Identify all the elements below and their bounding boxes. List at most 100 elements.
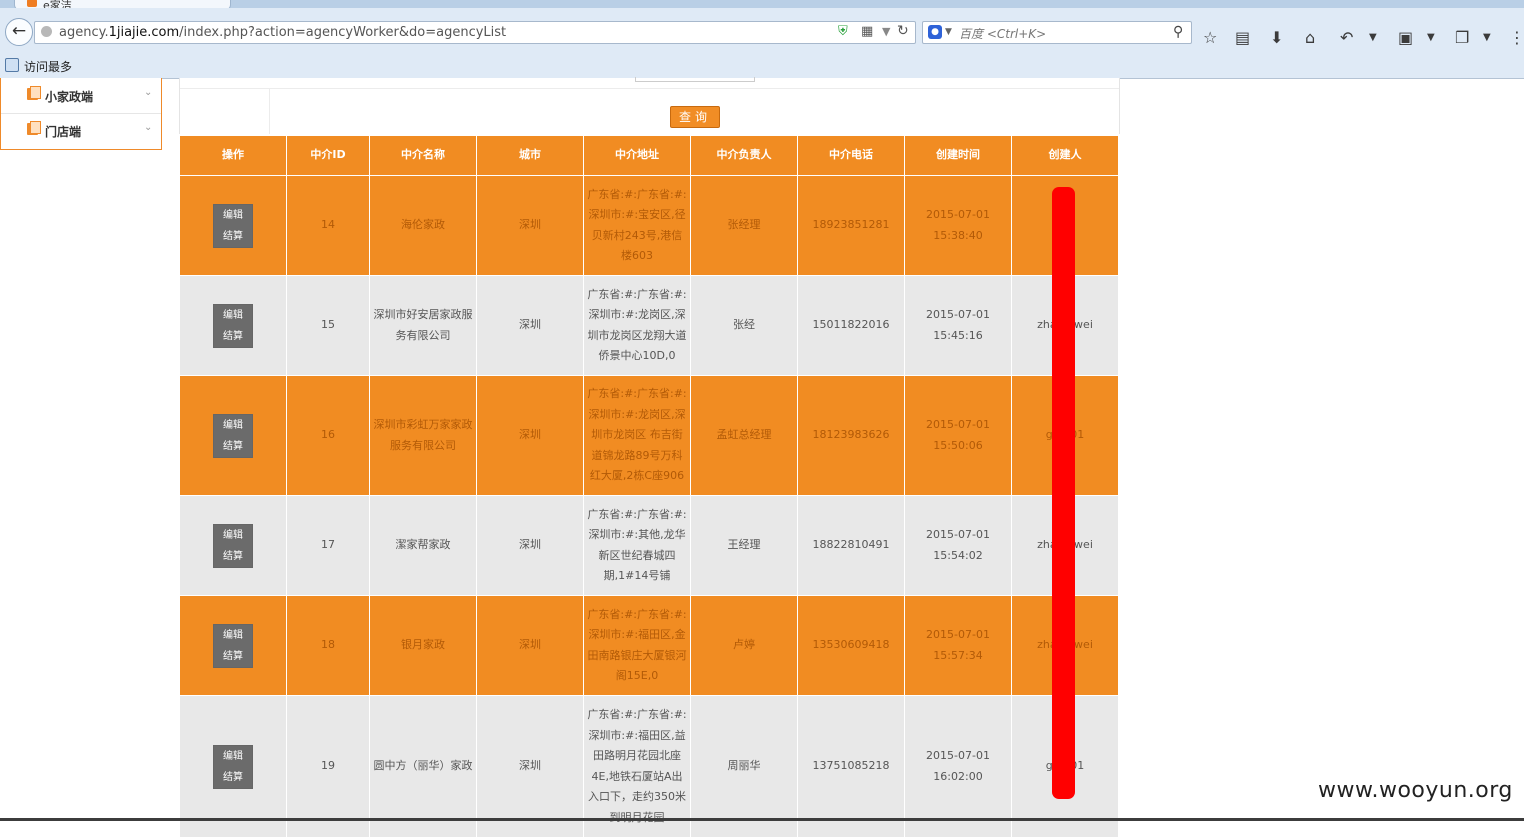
edit-button[interactable]: 编辑 — [214, 415, 252, 436]
name-cell: 潔家帮家政 — [369, 495, 477, 596]
globe-icon — [41, 26, 52, 37]
bookmarks-bar: 访问最多 — [0, 54, 1524, 79]
address-cell: 广东省:#:广东省:#:深圳市:#:龙岗区,深圳市龙岗区 布吉街道锦龙路89号万… — [583, 375, 691, 496]
phone-cell: 18123983626 — [797, 375, 905, 496]
back-button[interactable]: ← — [5, 18, 33, 46]
name-cell: 圆中方（丽华）家政 — [369, 695, 477, 838]
manager-cell: 卢婷 — [690, 595, 798, 696]
crop-icon[interactable]: ▣ — [1398, 28, 1413, 48]
url-text: agency.1jiajie.com/index.php?action=agen… — [59, 25, 506, 40]
sidebar-item-small-housekeeping[interactable]: 小家政端 ⌄ — [1, 78, 161, 114]
star-icon[interactable]: ☆ — [1203, 28, 1217, 48]
settle-button[interactable]: 结算 — [214, 326, 252, 347]
name-cell: 深圳市彩虹万家家政服务有限公司 — [369, 375, 477, 496]
url-domain: agency. — [59, 25, 109, 40]
city-cell: 深圳 — [476, 595, 584, 696]
created-cell: 2015-07-01 15:57:34 — [904, 595, 1012, 696]
column-header: 中介ID — [286, 135, 370, 176]
favicon-icon — [27, 0, 37, 7]
divider — [269, 88, 270, 134]
reload-icon[interactable]: ↻ — [897, 22, 909, 40]
search-bar[interactable]: ● ▼ 百度 <Ctrl+K> ⚲ — [922, 21, 1192, 44]
id-cell: 18 — [286, 595, 370, 696]
phone-cell: 13751085218 — [797, 695, 905, 838]
window-icon[interactable]: ❐ — [1455, 28, 1469, 48]
created-cell: 2015-07-01 15:54:02 — [904, 495, 1012, 596]
action-cell: 编辑 结算 — [179, 495, 287, 596]
table-row: 编辑 结算 18 银月家政 深圳 广东省:#:广东省:#:深圳市:#:福田区,金田… — [179, 595, 1119, 696]
city-cell: 深圳 — [476, 175, 584, 276]
action-cell: 编辑 结算 — [179, 175, 287, 276]
settle-button[interactable]: 结算 — [214, 226, 252, 247]
chevron-down-icon: ⌄ — [144, 87, 153, 98]
crop-dropdown-icon[interactable]: ▼ — [1427, 28, 1435, 48]
name-cell: 深圳市好安居家政服务有限公司 — [369, 275, 477, 376]
action-buttons: 编辑 结算 — [213, 744, 253, 789]
created-cell: 2015-07-01 15:50:06 — [904, 375, 1012, 496]
sidebar-item-label: 门店端 — [45, 125, 82, 139]
address-cell: 广东省:#:广东省:#:深圳市:#:福田区,益田路明月花园北座4E,地铁石厦站A… — [583, 695, 691, 838]
shield-icon[interactable]: ⛨ — [838, 24, 852, 39]
query-button[interactable]: 查询 — [670, 106, 720, 128]
manager-cell: 孟虹总经理 — [690, 375, 798, 496]
city-cell: 深圳 — [476, 375, 584, 496]
home-icon[interactable]: ⌂ — [1305, 28, 1315, 48]
settle-button[interactable]: 结算 — [214, 646, 252, 667]
undo-dropdown-icon[interactable]: ▼ — [1369, 28, 1377, 48]
edit-button[interactable]: 编辑 — [214, 525, 252, 546]
reading-list-icon[interactable]: ▤ — [1235, 28, 1250, 48]
document-icon — [27, 86, 41, 100]
url-host: 1jiajie.com — [108, 25, 180, 40]
engine-dropdown-icon[interactable]: ▼ — [945, 24, 952, 40]
edit-button[interactable]: 编辑 — [214, 625, 252, 646]
redaction-bar — [1052, 187, 1075, 799]
edit-button[interactable]: 编辑 — [214, 305, 252, 326]
action-cell: 编辑 结算 — [179, 595, 287, 696]
edit-button[interactable]: 编辑 — [214, 205, 252, 226]
bookmark-folder-icon — [5, 58, 19, 72]
column-header: 操作 — [179, 135, 287, 176]
action-buttons: 编辑 结算 — [213, 523, 253, 568]
id-cell: 16 — [286, 375, 370, 496]
table-row: 编辑 结算 15 深圳市好安居家政服务有限公司 深圳 广东省:#:广东省:#:深圳… — [179, 275, 1119, 376]
filter-input-edge[interactable] — [635, 77, 755, 82]
phone-cell: 18923851281 — [797, 175, 905, 276]
search-icon[interactable]: ⚲ — [1173, 23, 1183, 41]
city-cell: 深圳 — [476, 495, 584, 596]
navigation-toolbar: ← agency.1jiajie.com/index.php?action=ag… — [0, 8, 1524, 54]
settle-button[interactable]: 结算 — [214, 546, 252, 567]
phone-cell: 13530609418 — [797, 595, 905, 696]
id-cell: 19 — [286, 695, 370, 838]
paw-icon[interactable]: ● — [928, 25, 942, 39]
sidebar: 小家政端 ⌄ 门店端 ⌄ — [0, 78, 162, 150]
settle-button[interactable]: 结算 — [214, 767, 252, 788]
undo-icon[interactable]: ↶ — [1340, 28, 1353, 48]
created-cell: 2015-07-01 16:02:00 — [904, 695, 1012, 838]
address-bar[interactable]: agency.1jiajie.com/index.php?action=agen… — [34, 21, 916, 44]
bookmark-most-visited[interactable]: 访问最多 — [24, 58, 72, 75]
created-cell: 2015-07-01 15:45:16 — [904, 275, 1012, 376]
action-buttons: 编辑 结算 — [213, 413, 253, 458]
action-cell: 编辑 结算 — [179, 695, 287, 838]
column-header: 中介电话 — [797, 135, 905, 176]
overflow-icon[interactable]: ⋮ — [1509, 28, 1524, 48]
window-dropdown-icon[interactable]: ▼ — [1483, 28, 1491, 48]
column-header: 创建时间 — [904, 135, 1012, 176]
chevron-down-icon[interactable]: ▼ — [882, 23, 890, 40]
download-icon[interactable]: ⬇ — [1270, 28, 1283, 48]
manager-cell: 王经理 — [690, 495, 798, 596]
manager-cell: 张经 — [690, 275, 798, 376]
created-cell: 2015-07-01 15:38:40 — [904, 175, 1012, 276]
table-header-row: 操作 中介ID 中介名称 城市 中介地址 中介负责人 中介电话 创建时间 创建人 — [179, 135, 1119, 176]
search-placeholder: 百度 <Ctrl+K> — [959, 27, 1047, 41]
table-row: 编辑 结算 16 深圳市彩虹万家家政服务有限公司 深圳 广东省:#:广东省:#:深… — [179, 375, 1119, 496]
qrcode-icon[interactable]: ▦ — [861, 24, 873, 39]
edit-button[interactable]: 编辑 — [214, 746, 252, 767]
table-row: 编辑 结算 14 海伦家政 深圳 广东省:#:广东省:#:深圳市:#:宝安区,径贝… — [179, 175, 1119, 276]
id-cell: 14 — [286, 175, 370, 276]
settle-button[interactable]: 结算 — [214, 436, 252, 457]
manager-cell: 周丽华 — [690, 695, 798, 838]
sidebar-item-store[interactable]: 门店端 ⌄ — [1, 113, 161, 148]
table-row: 编辑 结算 19 圆中方（丽华）家政 深圳 广东省:#:广东省:#:深圳市:#:福… — [179, 695, 1119, 838]
address-cell: 广东省:#:广东省:#:深圳市:#:福田区,金田南路银庄大厦银河阁15E,0 — [583, 595, 691, 696]
